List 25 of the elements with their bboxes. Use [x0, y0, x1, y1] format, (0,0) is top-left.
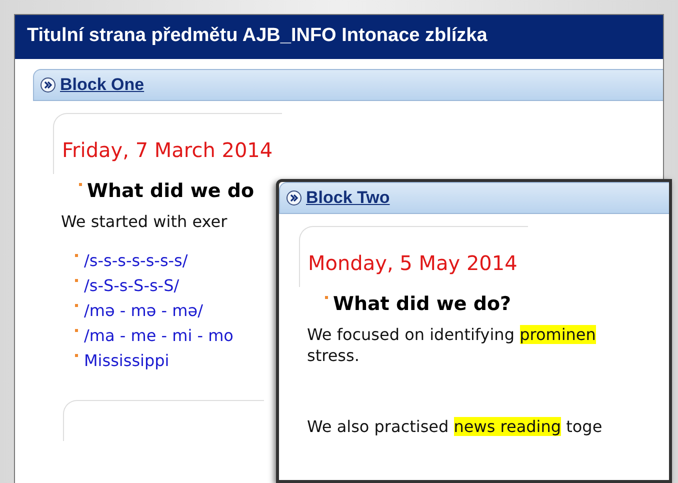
- block-title-link[interactable]: Block One: [60, 75, 144, 95]
- expand-icon[interactable]: [286, 190, 302, 206]
- bullet-icon: [75, 354, 78, 357]
- list-item: /s-s-s-s-s-s-s/: [84, 251, 188, 270]
- block-title-link[interactable]: Block Two: [306, 188, 390, 208]
- list-item: /ma - me - mi - mo: [84, 326, 234, 345]
- bullet-icon: [75, 304, 78, 307]
- expand-icon[interactable]: [40, 77, 56, 93]
- bullet-icon: [75, 279, 78, 282]
- paragraph: We started with exer: [60, 212, 228, 233]
- window-title: Titulní strana předmětu AJB_INFO Intonace zblízka: [15, 15, 663, 59]
- paragraph: stress.: [306, 346, 360, 367]
- date-heading: Friday, 7 March 2014: [62, 138, 274, 162]
- bullet-icon: [75, 254, 78, 257]
- paragraph: We also practised news reading toge: [306, 416, 604, 438]
- date-heading: Monday, 5 May 2014: [308, 251, 518, 275]
- list-item: /s-S-s-S-s-S/: [84, 276, 180, 295]
- bullet-icon: [325, 296, 328, 299]
- bullet-icon: [75, 329, 78, 332]
- bullet-icon: [79, 183, 82, 186]
- section-heading: What did we do: [87, 180, 254, 202]
- paragraph: We focused on identifying prominen: [306, 325, 597, 346]
- list-item: /mə - mə - mə/: [84, 301, 203, 320]
- section-heading: What did we do?: [333, 293, 512, 315]
- list-item: Mississippi: [84, 351, 170, 370]
